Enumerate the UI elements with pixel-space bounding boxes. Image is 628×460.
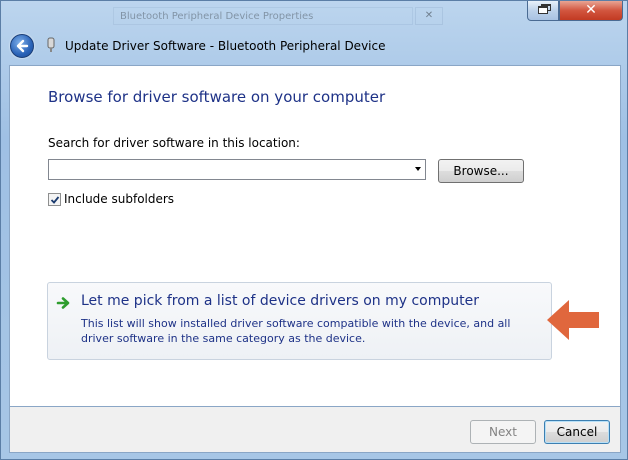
checkmark-icon xyxy=(50,196,60,204)
include-subfolders-label[interactable]: Include subfolders xyxy=(64,192,174,206)
back-button[interactable] xyxy=(10,34,34,58)
next-button[interactable]: Next xyxy=(470,420,536,444)
dialog-window: Bluetooth Peripheral Device Properties ✕… xyxy=(0,0,628,460)
dropdown-arrow-icon[interactable] xyxy=(415,167,421,171)
restore-button[interactable] xyxy=(527,1,559,21)
search-location-label: Search for driver software in this locat… xyxy=(48,136,300,150)
device-icon xyxy=(46,37,56,53)
pick-option-title[interactable]: Let me pick from a list of device driver… xyxy=(81,293,479,309)
footer-bar: Next Cancel xyxy=(9,407,621,453)
window-title: Update Driver Software - Bluetooth Perip… xyxy=(65,39,386,53)
close-button[interactable]: ✕ xyxy=(559,1,623,21)
background-window-close-icon: ✕ xyxy=(415,7,443,25)
restore-icon xyxy=(538,6,548,14)
search-location-combobox[interactable] xyxy=(48,159,426,180)
annotation-arrow-icon xyxy=(545,298,601,345)
browse-button[interactable]: Browse... xyxy=(438,159,524,183)
back-arrow-icon xyxy=(16,39,29,53)
pick-driver-from-list-link[interactable]: Let me pick from a list of device driver… xyxy=(47,282,552,360)
green-arrow-icon xyxy=(56,296,72,313)
content-panel: Browse for driver software on your compu… xyxy=(9,65,621,407)
background-window-title: Bluetooth Peripheral Device Properties xyxy=(113,7,413,25)
page-heading: Browse for driver software on your compu… xyxy=(48,88,386,106)
include-subfolders-checkbox[interactable] xyxy=(48,193,61,206)
cancel-button[interactable]: Cancel xyxy=(544,420,610,444)
pick-option-description: This list will show installed driver sof… xyxy=(81,317,511,345)
